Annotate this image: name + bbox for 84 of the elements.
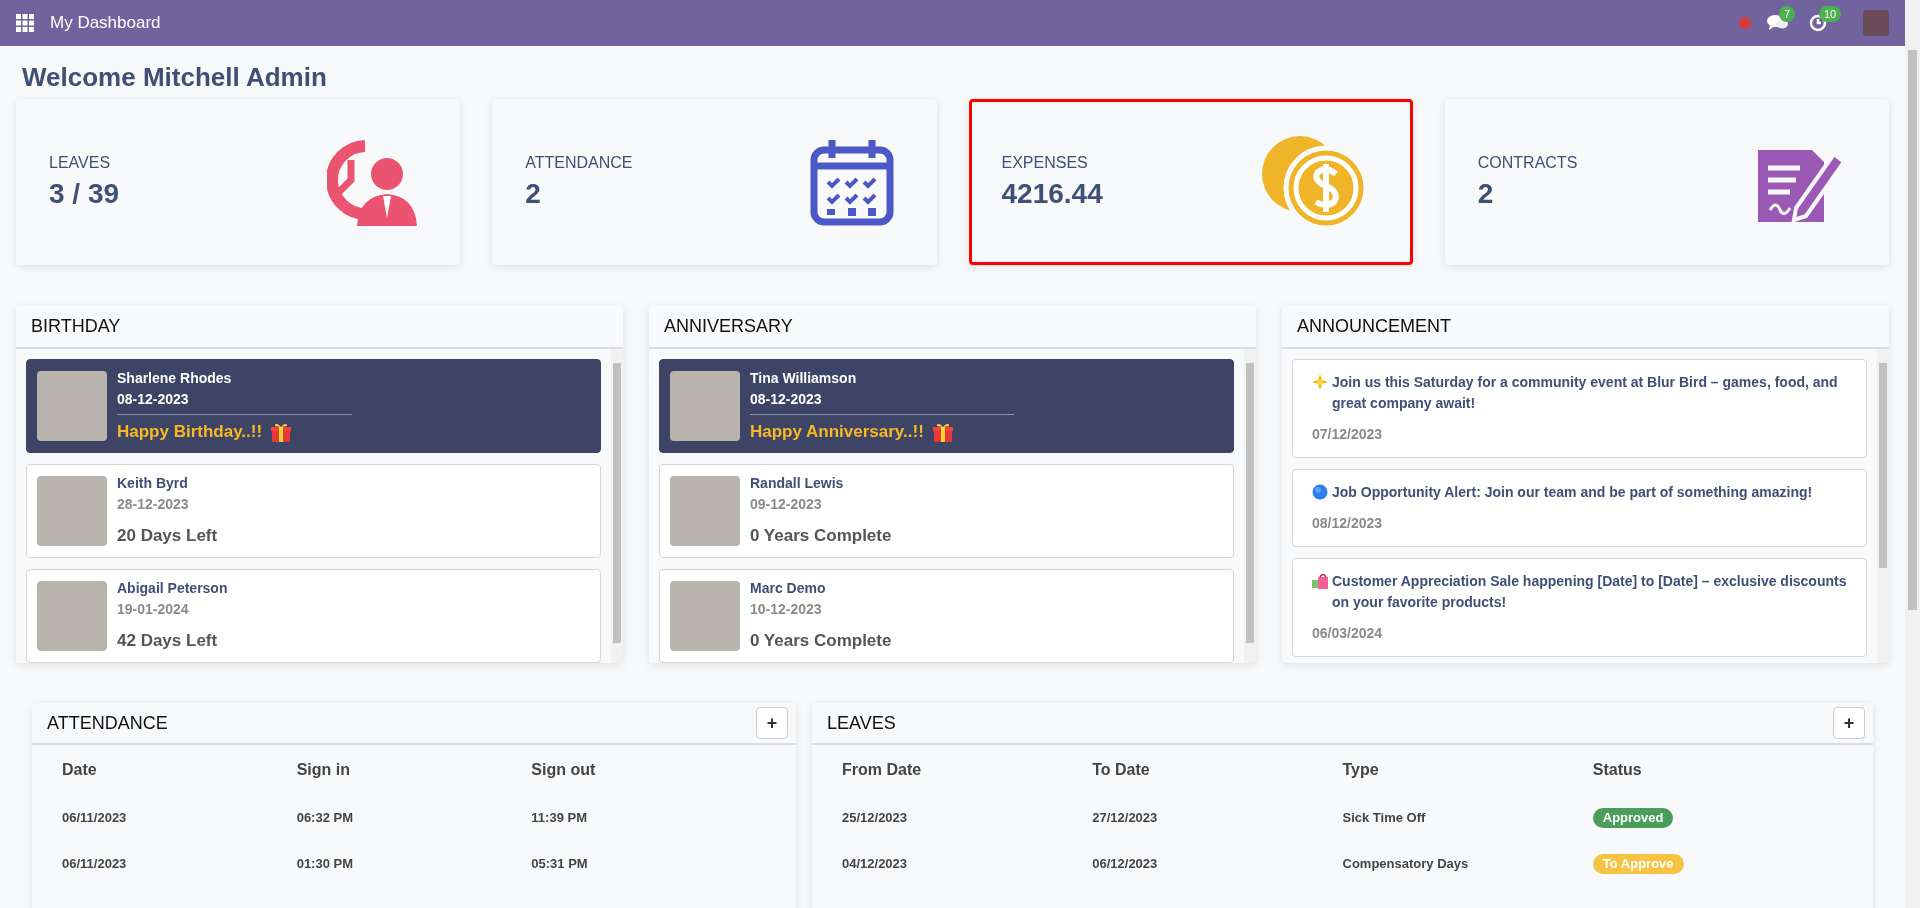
- stat-value: 2: [1477, 177, 1495, 211]
- countdown-text: 42 Days Left: [117, 630, 219, 653]
- greeting-text: Happy Anniversary..!!: [750, 420, 924, 443]
- table-cell-text: 01:30 PM: [296, 855, 354, 874]
- person-name: Abigail Peterson: [117, 579, 228, 599]
- photo-placeholder: [670, 476, 740, 546]
- table-title: LEAVES: [827, 711, 897, 735]
- photo-placeholder: [37, 371, 107, 441]
- table-cell-text: 11:39 PM: [531, 809, 587, 828]
- column-header: Date: [62, 760, 98, 780]
- countdown-text: 0 Years Complete: [750, 525, 892, 548]
- person-date: 10-12-2023: [750, 600, 823, 620]
- stat-value: 2: [525, 177, 542, 211]
- announcement-text: Join us this Saturday for a community event at Blur Bird – games, food, and great company await!: [1332, 373, 1839, 413]
- activity-count-badge: 10: [1819, 6, 1842, 22]
- announcement-date: 06/03/2024: [1312, 624, 1384, 643]
- panel-scrollbar[interactable]: [611, 349, 623, 663]
- person-date: 08-12-2023: [117, 389, 190, 409]
- column-header: Status: [1592, 760, 1643, 780]
- star-icon: [1312, 374, 1328, 390]
- table-cell-text: Compensatory Days: [1342, 855, 1469, 874]
- table-cell-text: 06/11/2023: [62, 855, 127, 874]
- announcement-text: Job Opportunity Alert: Join our team and be part of something amazing!: [1332, 483, 1813, 502]
- panel-scrollbar[interactable]: [1877, 349, 1889, 663]
- table-title: ATTENDANCE: [47, 711, 169, 735]
- apps-menu-icon[interactable]: [16, 14, 34, 32]
- table-cell-text: 05:31 PM: [531, 855, 588, 874]
- panel-title: ANNOUNCEMENT: [1282, 305, 1889, 349]
- panel-scrollbar[interactable]: [1244, 349, 1256, 663]
- stat-label: CONTRACTS: [1477, 153, 1579, 173]
- person-date: 09-12-2023: [750, 495, 823, 515]
- stat-value: 4216.44: [1001, 177, 1104, 211]
- column-header: From Date: [842, 760, 923, 780]
- clock-icon[interactable]: [1809, 14, 1827, 32]
- table-cell-text: 27/12/2023: [1092, 809, 1158, 828]
- table-cell-text: 06/11/2023: [62, 809, 127, 828]
- countdown-text: 20 Days Left: [117, 525, 218, 548]
- add-button[interactable]: +: [1833, 707, 1865, 739]
- status-badge: Approved: [1592, 808, 1674, 828]
- person-name: Tina Williamson: [750, 368, 858, 388]
- panel-title: ANNIVERSARY: [649, 305, 1256, 349]
- announcement-date: 07/12/2023: [1312, 425, 1384, 444]
- table-cell-text: 06/12/2023: [1092, 855, 1158, 874]
- column-header: Sign out: [531, 760, 597, 780]
- table-cell-text: Sick Time Off: [1342, 809, 1426, 828]
- person-name: Randall Lewis: [750, 474, 845, 494]
- photo-placeholder: [37, 476, 107, 546]
- person-name: Marc Demo: [750, 579, 827, 599]
- announcement-date: 08/12/2023: [1312, 514, 1384, 533]
- status-badge: To Approve: [1592, 854, 1684, 874]
- person-date: 28-12-2023: [117, 495, 190, 515]
- panel-title: BIRTHDAY: [16, 305, 623, 349]
- photo-placeholder: [37, 581, 107, 651]
- person-date: 19-01-2024: [117, 600, 190, 620]
- stat-value: 3 / 39: [49, 177, 121, 211]
- stat-label: LEAVES: [49, 153, 112, 173]
- stat-card[interactable]: EXPENSES 4216.44: [968, 99, 1413, 265]
- add-button[interactable]: +: [756, 707, 788, 739]
- calendar-icon: [809, 138, 894, 226]
- message-count-badge: 7: [1779, 6, 1796, 22]
- announcement-text: Customer Appreciation Sale happening [Date] to [Date] – exclusive discounts on your favorite products!: [1332, 572, 1847, 612]
- table-cell-text: 06:32 PM: [296, 809, 354, 828]
- app-title: My Dashboard: [50, 12, 161, 35]
- table-cell-text: 25/12/2023: [842, 809, 908, 828]
- column-header: Type: [1342, 760, 1380, 780]
- person-date: 08-12-2023: [750, 389, 823, 409]
- stat-label: EXPENSES: [1001, 153, 1089, 173]
- welcome-heading: Welcome Mitchell Admin: [22, 62, 328, 92]
- person-name: Sharlene Rhodes: [117, 368, 233, 388]
- countdown-text: 0 Years Complete: [750, 630, 892, 653]
- page-scrollbar[interactable]: [1905, 0, 1920, 908]
- table-cell-text: 04/12/2023: [842, 855, 908, 874]
- stat-label: ATTENDANCE: [525, 153, 634, 173]
- column-header: To Date: [1092, 760, 1151, 780]
- photo-placeholder: [670, 371, 740, 441]
- column-header: Sign in: [296, 760, 351, 780]
- greeting-text: Happy Birthday..!!: [117, 420, 263, 443]
- shopping-bag-icon: [1312, 573, 1328, 589]
- photo-placeholder: [670, 581, 740, 651]
- person-name: Keith Byrd: [117, 474, 189, 494]
- stat-card[interactable]: ATTENDANCE 2: [492, 99, 937, 265]
- user-avatar[interactable]: [1863, 10, 1889, 36]
- clock-person-icon: [327, 138, 418, 226]
- globe-icon: [1312, 484, 1328, 500]
